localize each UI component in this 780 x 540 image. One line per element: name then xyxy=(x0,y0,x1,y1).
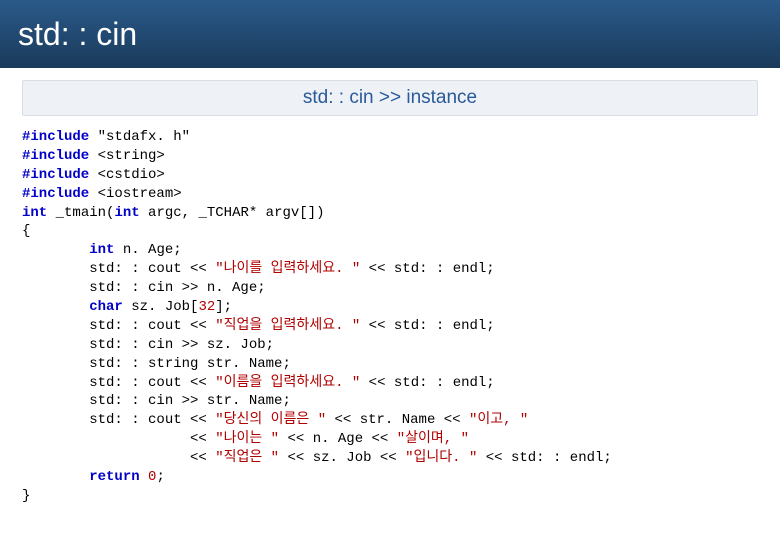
endl-tail: << std: : endl; xyxy=(360,375,494,391)
indent xyxy=(22,299,89,315)
semicolon: ; xyxy=(156,469,164,485)
keyword-include: #include xyxy=(22,167,89,183)
string-job-prompt: "직업을 입력하세요. " xyxy=(215,318,360,334)
indent xyxy=(22,242,89,258)
string-job-is: "직업은 " xyxy=(215,450,279,466)
nage-decl: n. Age; xyxy=(114,242,181,258)
keyword-return: return xyxy=(89,469,139,485)
keyword-include: #include xyxy=(22,129,89,145)
keyword-int: int xyxy=(89,242,114,258)
chain-indent: << xyxy=(22,450,215,466)
keyword-int: int xyxy=(114,205,139,221)
string-age-prompt: "나이를 입력하세요. " xyxy=(215,261,360,277)
cout-prefix: std: : cout << xyxy=(22,318,215,334)
chain-indent: << xyxy=(22,431,215,447)
keyword-char: char xyxy=(89,299,123,315)
endl-tail: << std: : endl; xyxy=(360,261,494,277)
endl-tail: << std: : endl; xyxy=(477,450,611,466)
return-space xyxy=(140,469,148,485)
after-name: << str. Name << xyxy=(326,412,469,428)
keyword-include: #include xyxy=(22,186,89,202)
cin-job: std: : cin >> sz. Job; xyxy=(22,337,274,353)
cout-prefix: std: : cout << xyxy=(22,261,215,277)
keyword-include: #include xyxy=(22,148,89,164)
string-your-name: "당신의 이름은 " xyxy=(215,412,326,428)
string-age-is: "나이는 " xyxy=(215,431,279,447)
slide-title: std: : cin xyxy=(18,16,137,53)
string-name-prompt: "이름을 입력하세요. " xyxy=(215,375,360,391)
brace-open: { xyxy=(22,223,30,239)
szjob-decl: sz. Job[ xyxy=(123,299,199,315)
keyword-int: int xyxy=(22,205,47,221)
include-file-1: "stdafx. h" xyxy=(89,129,190,145)
main-sig-1: _tmain( xyxy=(47,205,114,221)
include-file-3: <cstdio> xyxy=(89,167,165,183)
after-age: << n. Age << xyxy=(279,431,397,447)
string-sal: "살이며, " xyxy=(397,431,469,447)
include-file-2: <string> xyxy=(89,148,165,164)
code-block: #include "stdafx. h" #include <string> #… xyxy=(0,124,780,506)
number-32: 32 xyxy=(198,299,215,315)
szjob-end: ]; xyxy=(215,299,232,315)
slide-header: std: : cin xyxy=(0,0,780,68)
cin-age: std: : cin >> n. Age; xyxy=(22,280,266,296)
string-igo: "이고, " xyxy=(469,412,528,428)
string-ipnida: "입니다. " xyxy=(405,450,477,466)
main-sig-2: argc, _TCHAR* argv[]) xyxy=(140,205,325,221)
cin-name: std: : cin >> str. Name; xyxy=(22,393,291,409)
brace-close: } xyxy=(22,488,30,504)
include-file-4: <iostream> xyxy=(89,186,181,202)
subheader-container: std: : cin >> instance xyxy=(0,68,780,124)
indent xyxy=(22,469,89,485)
endl-tail: << std: : endl; xyxy=(360,318,494,334)
subheader-text: std: : cin >> instance xyxy=(22,80,758,116)
strname-decl: std: : string str. Name; xyxy=(22,356,291,372)
after-job: << sz. Job << xyxy=(279,450,405,466)
cout-prefix: std: : cout << xyxy=(22,375,215,391)
cout-prefix: std: : cout << xyxy=(22,412,215,428)
